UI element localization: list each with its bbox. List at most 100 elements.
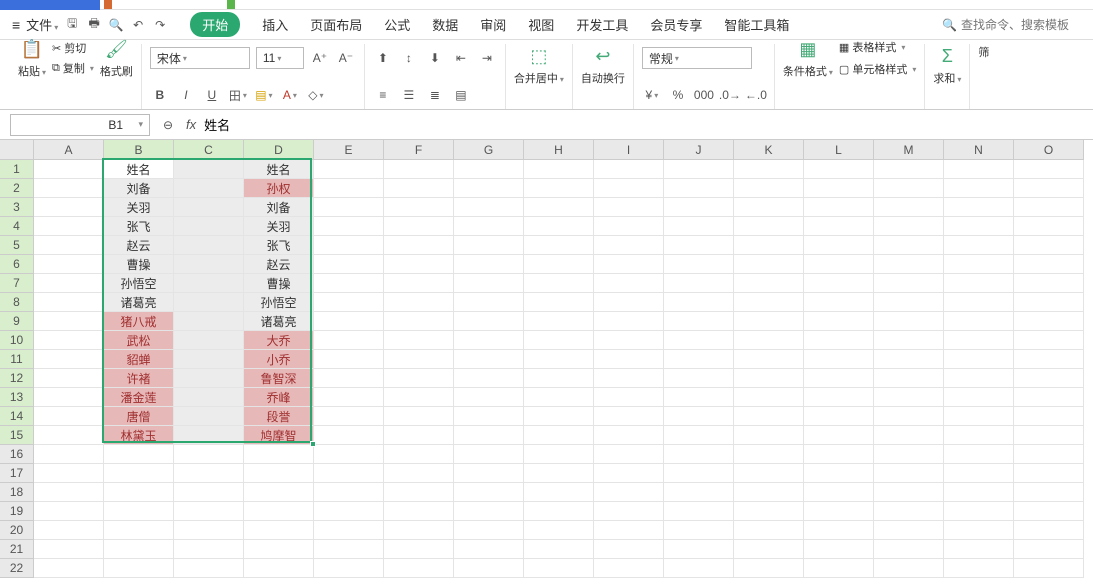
cell-O2[interactable]	[1014, 179, 1084, 198]
cell-E16[interactable]	[314, 445, 384, 464]
name-box[interactable]: B1	[10, 114, 150, 136]
cell-B21[interactable]	[104, 540, 174, 559]
cell-A2[interactable]	[34, 179, 104, 198]
indent-right-icon[interactable]: ⇥	[477, 48, 497, 68]
cell-I7[interactable]	[594, 274, 664, 293]
save-icon[interactable]: 🖫	[64, 17, 80, 33]
cell-F6[interactable]	[384, 255, 454, 274]
paste-button[interactable]: 📋 粘贴	[18, 37, 46, 79]
cell-E8[interactable]	[314, 293, 384, 312]
cell-F14[interactable]	[384, 407, 454, 426]
search-box[interactable]: 🔍	[942, 18, 1081, 32]
cell-O18[interactable]	[1014, 483, 1084, 502]
conditional-format-button[interactable]: ▦ 条件格式	[783, 37, 833, 79]
cell-L5[interactable]	[804, 236, 874, 255]
cell-D16[interactable]	[244, 445, 314, 464]
cell-A14[interactable]	[34, 407, 104, 426]
cell-B7[interactable]: 孙悟空	[104, 274, 174, 293]
cell-I9[interactable]	[594, 312, 664, 331]
cell-E7[interactable]	[314, 274, 384, 293]
cell-C10[interactable]	[174, 331, 244, 350]
cell-J5[interactable]	[664, 236, 734, 255]
cell-M19[interactable]	[874, 502, 944, 521]
tab-insert[interactable]: 插入	[262, 15, 288, 34]
row-header-12[interactable]: 12	[0, 369, 34, 388]
cell-N4[interactable]	[944, 217, 1014, 236]
cell-O22[interactable]	[1014, 559, 1084, 578]
tab-smart[interactable]: 智能工具箱	[724, 15, 789, 34]
cells[interactable]: 姓名姓名刘备孙权关羽刘备张飞关羽赵云张飞曹操赵云孙悟空曹操诸葛亮孙悟空猪八戒诸葛…	[34, 160, 1084, 578]
row-header-2[interactable]: 2	[0, 179, 34, 198]
highlight-icon[interactable]: ◇	[306, 85, 326, 105]
cell-K10[interactable]	[734, 331, 804, 350]
cell-B19[interactable]	[104, 502, 174, 521]
cell-M11[interactable]	[874, 350, 944, 369]
cell-N17[interactable]	[944, 464, 1014, 483]
cell-G7[interactable]	[454, 274, 524, 293]
cell-D9[interactable]: 诸葛亮	[244, 312, 314, 331]
cell-O7[interactable]	[1014, 274, 1084, 293]
cell-G2[interactable]	[454, 179, 524, 198]
col-header-L[interactable]: L	[804, 140, 874, 160]
cell-A21[interactable]	[34, 540, 104, 559]
cell-O20[interactable]	[1014, 521, 1084, 540]
row-header-22[interactable]: 22	[0, 559, 34, 578]
col-header-J[interactable]: J	[664, 140, 734, 160]
decrease-font-icon[interactable]: A⁻	[336, 48, 356, 68]
grid[interactable]: ABCDEFGHIJKLMNO 123456789101112131415161…	[0, 140, 1093, 588]
cell-B22[interactable]	[104, 559, 174, 578]
cell-I20[interactable]	[594, 521, 664, 540]
cell-E2[interactable]	[314, 179, 384, 198]
col-header-K[interactable]: K	[734, 140, 804, 160]
cell-C6[interactable]	[174, 255, 244, 274]
fill-handle[interactable]	[310, 441, 316, 447]
cell-A13[interactable]	[34, 388, 104, 407]
zoom-cancel-icon[interactable]: ⊖	[158, 115, 178, 135]
row-header-8[interactable]: 8	[0, 293, 34, 312]
cell-F9[interactable]	[384, 312, 454, 331]
cell-N8[interactable]	[944, 293, 1014, 312]
cell-O17[interactable]	[1014, 464, 1084, 483]
row-header-4[interactable]: 4	[0, 217, 34, 236]
align-top-icon[interactable]: ⬆	[373, 48, 393, 68]
file-menu[interactable]: 文件	[26, 15, 58, 34]
cell-K7[interactable]	[734, 274, 804, 293]
row-header-1[interactable]: 1	[0, 160, 34, 179]
cell-E4[interactable]	[314, 217, 384, 236]
cell-H16[interactable]	[524, 445, 594, 464]
cell-C4[interactable]	[174, 217, 244, 236]
cell-D3[interactable]: 刘备	[244, 198, 314, 217]
cell-L16[interactable]	[804, 445, 874, 464]
cell-B12[interactable]: 许褚	[104, 369, 174, 388]
tab-dev[interactable]: 开发工具	[576, 15, 628, 34]
row-header-15[interactable]: 15	[0, 426, 34, 445]
cell-G15[interactable]	[454, 426, 524, 445]
select-all-corner[interactable]	[0, 140, 34, 160]
cell-H8[interactable]	[524, 293, 594, 312]
cell-O10[interactable]	[1014, 331, 1084, 350]
cell-N3[interactable]	[944, 198, 1014, 217]
row-header-16[interactable]: 16	[0, 445, 34, 464]
cell-F8[interactable]	[384, 293, 454, 312]
cell-L17[interactable]	[804, 464, 874, 483]
cell-N5[interactable]	[944, 236, 1014, 255]
cell-I4[interactable]	[594, 217, 664, 236]
cell-H19[interactable]	[524, 502, 594, 521]
cell-I12[interactable]	[594, 369, 664, 388]
row-header-21[interactable]: 21	[0, 540, 34, 559]
cell-D21[interactable]	[244, 540, 314, 559]
align-left-icon[interactable]: ≡	[373, 85, 393, 105]
cell-A9[interactable]	[34, 312, 104, 331]
cell-A22[interactable]	[34, 559, 104, 578]
cell-L9[interactable]	[804, 312, 874, 331]
cell-F21[interactable]	[384, 540, 454, 559]
cell-E22[interactable]	[314, 559, 384, 578]
cell-A15[interactable]	[34, 426, 104, 445]
cell-A3[interactable]	[34, 198, 104, 217]
cell-I10[interactable]	[594, 331, 664, 350]
cell-M15[interactable]	[874, 426, 944, 445]
cell-F3[interactable]	[384, 198, 454, 217]
cell-J3[interactable]	[664, 198, 734, 217]
cell-G11[interactable]	[454, 350, 524, 369]
increase-decimal-icon[interactable]: .0→	[720, 85, 740, 105]
